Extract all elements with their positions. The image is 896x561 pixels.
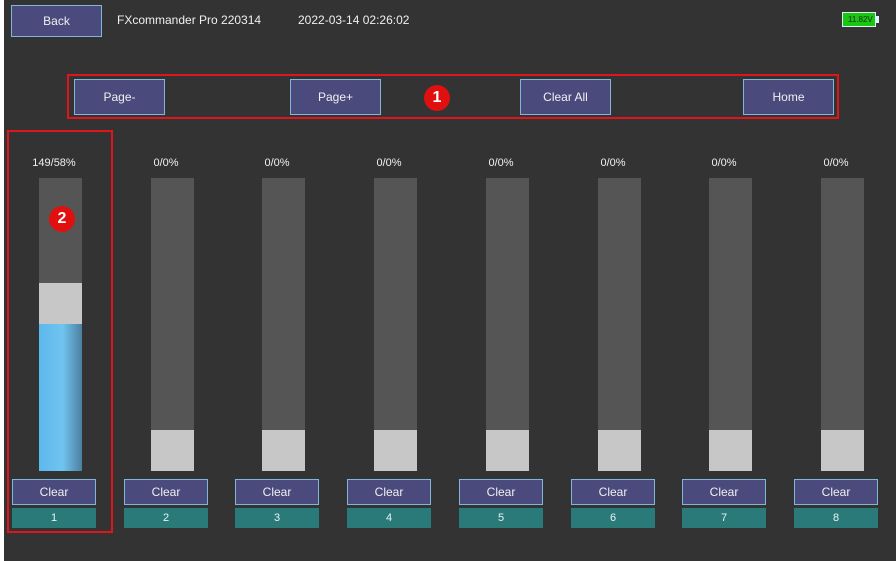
channel-level-bar (262, 178, 305, 471)
channel-clear-button[interactable]: Clear (235, 479, 319, 505)
battery-voltage: 11.82V (848, 15, 873, 24)
channel-base-segment (374, 430, 417, 471)
channel-base-segment (709, 430, 752, 471)
channel-number-label: 1 (12, 508, 96, 528)
channel-number-label: 8 (794, 508, 878, 528)
channel-level-bar (486, 178, 529, 471)
clear-all-button[interactable]: Clear All (520, 79, 611, 115)
channel-number-label: 4 (347, 508, 431, 528)
channel-number-label: 7 (682, 508, 766, 528)
channel-peak-segment (39, 283, 82, 324)
channel-base-segment (151, 430, 194, 471)
channel-clear-button[interactable]: Clear (571, 479, 655, 505)
home-button[interactable]: Home (743, 79, 834, 115)
main-screen: Back FXcommander Pro 220314 2022-03-14 0… (4, 0, 896, 561)
back-button[interactable]: Back (11, 5, 102, 37)
channel-value: 0/0% (153, 157, 179, 169)
app-title: FXcommander Pro 220314 (117, 13, 262, 27)
channel-number-label: 2 (124, 508, 208, 528)
channel-number-label: 3 (235, 508, 319, 528)
channel-base-segment (262, 430, 305, 471)
channel-value: 0/0% (600, 157, 626, 169)
channel-number-label: 6 (571, 508, 655, 528)
channel-clear-button[interactable]: Clear (794, 479, 878, 505)
channel-base-segment (598, 430, 641, 471)
channel-level-bar (598, 178, 641, 471)
page-plus-button[interactable]: Page+ (290, 79, 381, 115)
channel-level-bar (374, 178, 417, 471)
channel-value: 0/0% (488, 157, 514, 169)
channel-level-bar (709, 178, 752, 471)
channel-value: 0/0% (711, 157, 737, 169)
channel-value: 0/0% (264, 157, 290, 169)
battery-icon (876, 16, 879, 23)
channel-value: 149/58% (32, 157, 76, 169)
channel-level-fill (39, 324, 82, 471)
channel-base-segment (486, 430, 529, 471)
channel-clear-button[interactable]: Clear (12, 479, 96, 505)
channel-clear-button[interactable]: Clear (124, 479, 208, 505)
channel-clear-button[interactable]: Clear (682, 479, 766, 505)
channel-clear-button[interactable]: Clear (347, 479, 431, 505)
channel-value: 0/0% (823, 157, 849, 169)
channel-number-label: 5 (459, 508, 543, 528)
battery-indicator: 11.82V (842, 12, 876, 27)
annotation-marker-1: 1 (424, 85, 450, 111)
channel-level-bar (821, 178, 864, 471)
channel-value: 0/0% (376, 157, 402, 169)
channel-base-segment (821, 430, 864, 471)
channel-level-bar (151, 178, 194, 471)
channel-clear-button[interactable]: Clear (459, 479, 543, 505)
annotation-marker-2: 2 (49, 206, 75, 232)
annotation-box-nav (67, 74, 839, 119)
page-minus-button[interactable]: Page- (74, 79, 165, 115)
datetime-display: 2022-03-14 02:26:02 (298, 13, 410, 27)
